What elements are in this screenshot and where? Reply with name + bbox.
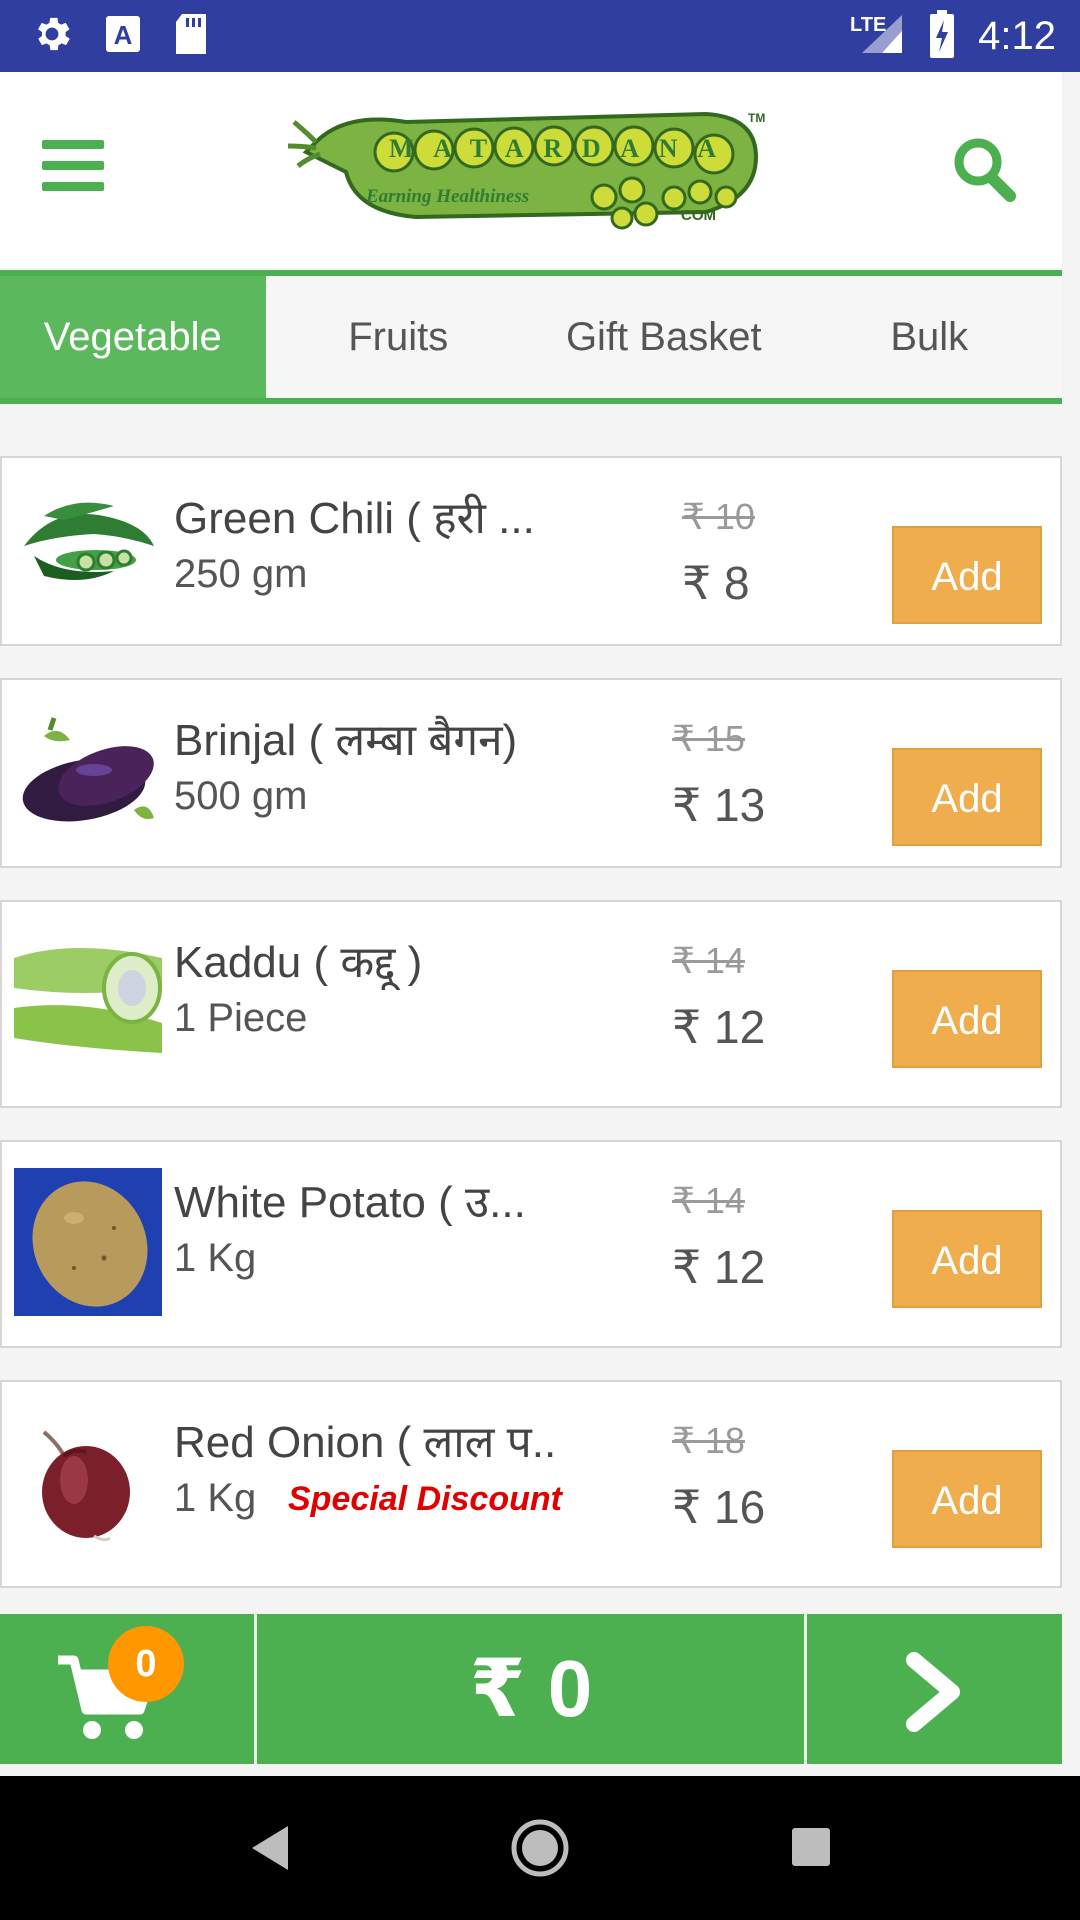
add-to-cart-button[interactable]: Add <box>892 1210 1042 1308</box>
svg-text:TM: TM <box>748 111 765 125</box>
back-icon[interactable] <box>250 1824 290 1872</box>
product-card: Kaddu ( कद्दू ) 1 Piece ₹ 14 ₹ 12 Add <box>0 900 1062 1108</box>
product-quantity: 1 Kg <box>174 1236 257 1280</box>
original-price: ₹ 18 <box>672 1420 745 1461</box>
settings-icon <box>30 12 74 61</box>
product-card: Green Chili ( हरी ... 250 gm ₹ 10 ₹ 8 Ad… <box>0 456 1062 646</box>
product-name: Green Chili ( हरी ... <box>174 494 535 543</box>
product-quantity: 500 gm <box>174 774 308 818</box>
product-image-red-onion <box>14 1408 162 1556</box>
cart-count-badge: 0 <box>108 1626 184 1702</box>
product-card: Brinjal ( लम्बा बैगन) 500 gm ₹ 15 ₹ 13 A… <box>0 678 1062 868</box>
svg-text:MATARDANA: MATARDANA <box>389 134 719 163</box>
cart-total: ₹ 0 <box>469 1644 593 1733</box>
svg-text:LTE: LTE <box>850 14 886 36</box>
discounted-price: ₹ 12 <box>672 1241 766 1293</box>
category-tabs: Vegetable Fruits Gift Basket Bulk <box>0 270 1062 404</box>
search-icon <box>954 138 1016 202</box>
tab-gift-basket[interactable]: Gift Basket <box>531 276 797 398</box>
brand-logo: MATARDANA Earning Healthiness COM TM <box>286 102 776 242</box>
cart-bar: 0 ₹ 0 <box>0 1614 1062 1764</box>
tab-fruits[interactable]: Fruits <box>266 276 532 398</box>
svg-text:COM: COM <box>681 207 716 224</box>
recents-icon[interactable] <box>790 1826 832 1868</box>
product-image-brinjal <box>14 700 162 848</box>
product-card: Red Onion ( लाल प.. 1 Kg Special Discoun… <box>0 1380 1062 1588</box>
original-price: ₹ 15 <box>672 718 745 759</box>
product-name: Kaddu ( कद्दू ) <box>174 938 423 987</box>
add-to-cart-button[interactable]: Add <box>892 748 1042 846</box>
add-to-cart-button[interactable]: Add <box>892 970 1042 1068</box>
hamburger-icon <box>42 140 104 149</box>
add-to-cart-button[interactable]: Add <box>892 1450 1042 1548</box>
product-image-potato <box>14 1168 162 1316</box>
product-quantity: 1 Kg <box>174 1476 257 1520</box>
home-icon[interactable] <box>510 1818 570 1878</box>
original-price: ₹ 14 <box>672 940 745 981</box>
discounted-price: ₹ 12 <box>672 1001 766 1053</box>
tab-bulk[interactable]: Bulk <box>797 276 1063 398</box>
sd-card-icon <box>172 12 210 61</box>
product-name: Brinjal ( लम्बा बैगन) <box>174 716 518 765</box>
original-price: ₹ 10 <box>682 496 755 537</box>
status-bar: A LTE 4:12 <box>0 0 1080 72</box>
product-quantity: 1 Piece <box>174 996 308 1040</box>
product-image-green-chili <box>14 476 162 624</box>
divider <box>804 1614 807 1764</box>
product-card: White Potato ( उ... 1 Kg ₹ 14 ₹ 12 Add <box>0 1140 1062 1348</box>
font-icon: A <box>104 14 142 59</box>
product-image-bottle-gourd <box>14 928 162 1076</box>
app-header: MATARDANA Earning Healthiness COM TM <box>0 72 1062 268</box>
svg-text:A: A <box>114 20 133 50</box>
system-nav-bar <box>0 1776 1080 1920</box>
chevron-right-icon <box>906 1652 960 1732</box>
signal-icon: LTE <box>848 9 906 63</box>
checkout-next-button[interactable] <box>808 1614 1062 1764</box>
tab-vegetable[interactable]: Vegetable <box>0 276 266 398</box>
status-time: 4:12 <box>978 13 1056 58</box>
special-discount-label: Special Discount <box>288 1480 562 1518</box>
cart-button[interactable]: 0 <box>0 1614 254 1764</box>
product-name: Red Onion ( लाल प.. <box>174 1418 557 1467</box>
discounted-price: ₹ 8 <box>682 557 750 609</box>
menu-button[interactable] <box>42 140 104 196</box>
product-name: White Potato ( उ... <box>174 1178 526 1227</box>
product-quantity: 250 gm <box>174 552 308 596</box>
divider <box>254 1614 257 1764</box>
original-price: ₹ 14 <box>672 1180 745 1221</box>
search-button[interactable] <box>952 134 1018 204</box>
add-to-cart-button[interactable]: Add <box>892 526 1042 624</box>
battery-charging-icon <box>928 9 956 63</box>
discounted-price: ₹ 16 <box>672 1481 766 1533</box>
svg-text:Earning Healthiness: Earning Healthiness <box>365 186 529 207</box>
discounted-price: ₹ 13 <box>672 779 766 831</box>
